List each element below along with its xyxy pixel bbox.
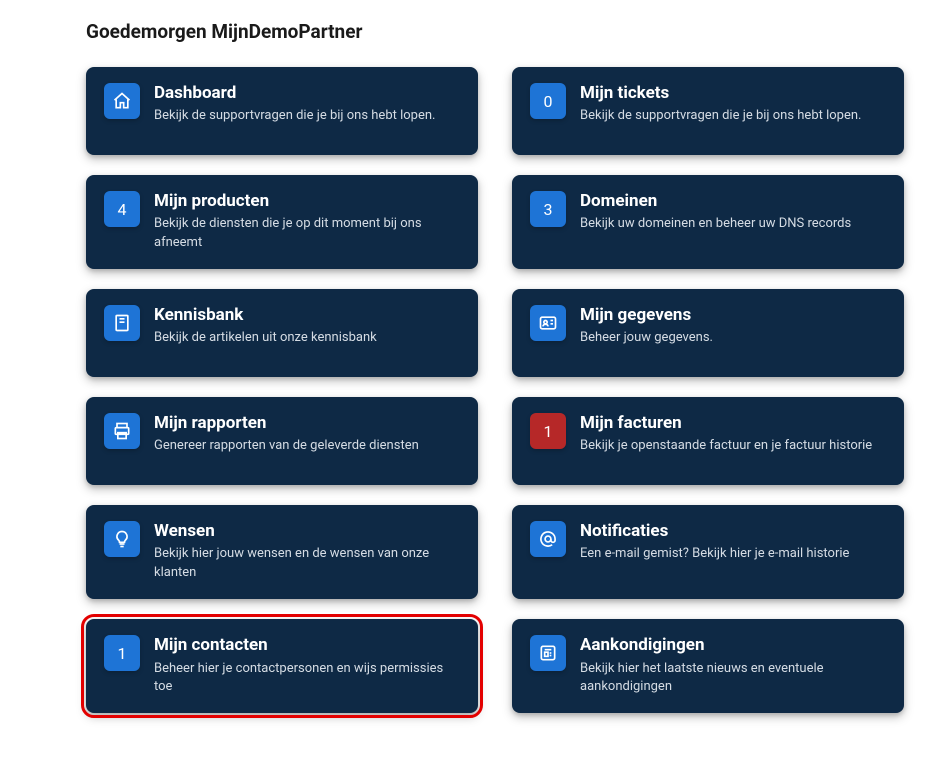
- card-title: Mijn tickets: [580, 83, 886, 103]
- at-icon: [530, 521, 566, 557]
- card-invoices[interactable]: 1 Mijn facturen Bekijk je openstaande fa…: [512, 397, 904, 485]
- card-desc: Bekijk hier jouw wensen en de wensen van…: [154, 545, 460, 583]
- card-title: Dashboard: [154, 83, 460, 103]
- card-announcements[interactable]: Aankondigingen Bekijk hier het laatste n…: [512, 619, 904, 713]
- card-desc: Bekijk je openstaande factuur en je fact…: [580, 437, 886, 456]
- card-profile[interactable]: Mijn gegevens Beheer jouw gegevens.: [512, 289, 904, 377]
- card-title: Mijn facturen: [580, 413, 886, 433]
- card-title: Notificaties: [580, 521, 886, 541]
- card-desc: Bekijk de artikelen uit onze kennisbank: [154, 329, 460, 348]
- card-title: Kennisbank: [154, 305, 460, 325]
- card-products[interactable]: 4 Mijn producten Bekijk de diensten die …: [86, 175, 478, 269]
- page-title: Goedemorgen MijnDemoPartner: [86, 20, 914, 43]
- card-domains[interactable]: 3 Domeinen Bekijk uw domeinen en beheer …: [512, 175, 904, 269]
- contacts-count-badge: 1: [104, 635, 140, 671]
- ticket-count-badge: 0: [530, 83, 566, 119]
- card-title: Mijn rapporten: [154, 413, 460, 433]
- card-desc: Bekijk de supportvragen die je bij ons h…: [154, 107, 460, 126]
- bulb-icon: [104, 521, 140, 557]
- card-desc: Beheer jouw gegevens.: [580, 329, 886, 348]
- printer-icon: [104, 413, 140, 449]
- card-title: Domeinen: [580, 191, 886, 211]
- card-title: Wensen: [154, 521, 460, 541]
- invoices-count-badge: 1: [530, 413, 566, 449]
- card-contacts[interactable]: 1 Mijn contacten Beheer hier je contactp…: [86, 619, 478, 713]
- card-tickets[interactable]: 0 Mijn tickets Bekijk de supportvragen d…: [512, 67, 904, 155]
- domains-count-badge: 3: [530, 191, 566, 227]
- card-wishes[interactable]: Wensen Bekijk hier jouw wensen en de wen…: [86, 505, 478, 599]
- card-title: Aankondigingen: [580, 635, 886, 655]
- card-desc: Genereer rapporten van de geleverde dien…: [154, 437, 460, 456]
- card-dashboard[interactable]: Dashboard Bekijk de supportvragen die je…: [86, 67, 478, 155]
- house-icon: [104, 83, 140, 119]
- card-desc: Een e-mail gemist? Bekijk hier je e-mail…: [580, 545, 886, 564]
- card-title: Mijn gegevens: [580, 305, 886, 325]
- id-card-icon: [530, 305, 566, 341]
- newspaper-icon: [530, 635, 566, 671]
- book-icon: [104, 305, 140, 341]
- card-desc: Bekijk hier het laatste nieuws en eventu…: [580, 660, 886, 698]
- card-desc: Bekijk de diensten die je op dit moment …: [154, 215, 460, 253]
- card-desc: Bekijk de supportvragen die je bij ons h…: [580, 107, 886, 126]
- card-desc: Beheer hier je contactpersonen en wijs p…: [154, 660, 460, 698]
- card-knowledge[interactable]: Kennisbank Bekijk de artikelen uit onze …: [86, 289, 478, 377]
- card-desc: Bekijk uw domeinen en beheer uw DNS reco…: [580, 215, 886, 234]
- card-notifications[interactable]: Notificaties Een e-mail gemist? Bekijk h…: [512, 505, 904, 599]
- card-reports[interactable]: Mijn rapporten Genereer rapporten van de…: [86, 397, 478, 485]
- card-title: Mijn producten: [154, 191, 460, 211]
- dashboard-cards-grid: Dashboard Bekijk de supportvragen die je…: [30, 67, 914, 713]
- products-count-badge: 4: [104, 191, 140, 227]
- card-title: Mijn contacten: [154, 635, 460, 655]
